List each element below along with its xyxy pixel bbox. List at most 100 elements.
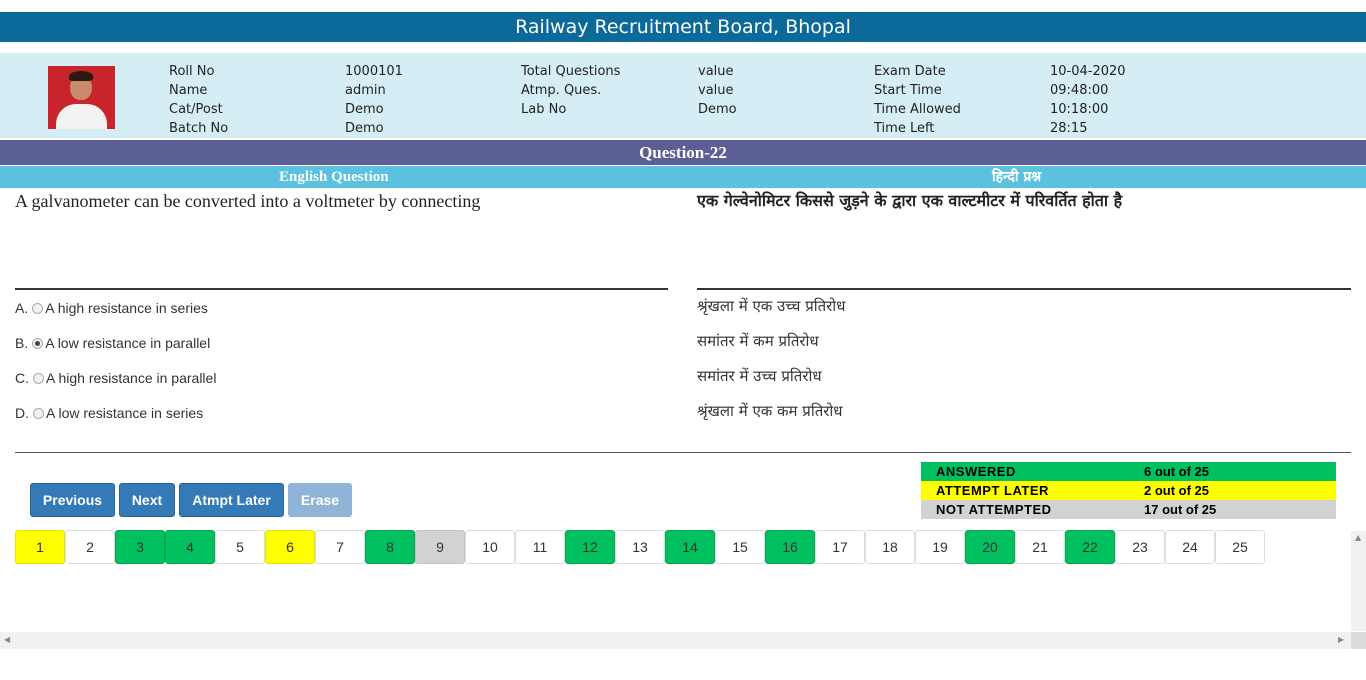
previous-button[interactable]: Previous (30, 483, 115, 517)
option-b-hindi: समांतर में कम प्रतिरोध (697, 332, 819, 350)
question-palette-button[interactable]: 11 (515, 530, 565, 564)
question-palette-button[interactable]: 18 (865, 530, 915, 564)
question-palette-button[interactable]: 25 (1215, 530, 1265, 564)
status-answered-value: 6 out of 25 (1144, 464, 1210, 479)
question-palette-button[interactable]: 20 (965, 530, 1015, 564)
total-questions-value: value (698, 64, 734, 79)
question-palette-button[interactable]: 3 (115, 530, 165, 564)
roll-no-value: 1000101 (345, 64, 403, 79)
option-a-radio[interactable] (32, 302, 44, 314)
status-later-label: ATTEMPT LATER (936, 483, 1049, 498)
exam-date-value: 10-04-2020 (1050, 64, 1126, 79)
option-letter: D. (15, 405, 29, 421)
question-palette-button[interactable]: 4 (165, 530, 215, 564)
language-bar: English Question हिन्दी प्रश्न (0, 166, 1366, 188)
question-palette-button[interactable]: 22 (1065, 530, 1115, 564)
scroll-corner (1351, 632, 1366, 649)
lab-no-value: Demo (698, 102, 737, 117)
total-questions-label: Total Questions (521, 64, 621, 79)
status-later-row: ATTEMPT LATER 2 out of 25 (921, 481, 1336, 500)
time-left-value: 28:15 (1050, 121, 1088, 136)
option-letter: B. (15, 335, 29, 351)
question-palette-button[interactable]: 16 (765, 530, 815, 564)
question-palette-button[interactable]: 14 (665, 530, 715, 564)
options-divider (15, 452, 1351, 453)
status-not-attempted-value: 17 out of 25 (1144, 502, 1217, 517)
option-text: A low resistance in series (46, 405, 204, 421)
time-allowed-label: Time Allowed (874, 102, 961, 117)
attempt-later-button[interactable]: Atmpt Later (179, 483, 284, 517)
status-later-value: 2 out of 25 (1144, 483, 1210, 498)
scroll-up-arrow-icon[interactable]: ▲ (1355, 533, 1361, 542)
question-palette-button[interactable]: 23 (1115, 530, 1165, 564)
option-a-hindi: श्रृंखला में एक उच्च प्रतिरोध (697, 297, 846, 315)
candidate-info-panel: Roll No Name Cat/Post Batch No 1000101 a… (0, 53, 1366, 138)
attempted-questions-label: Atmp. Ques. (521, 83, 602, 98)
vertical-scrollbar[interactable]: ▲ (1351, 531, 1366, 631)
option-d[interactable]: D. A low resistance in series (15, 405, 203, 421)
english-question-label: English Question (279, 169, 389, 185)
question-palette-button[interactable]: 7 (315, 530, 365, 564)
scroll-left-arrow-icon[interactable]: ◀ (4, 635, 10, 644)
candidate-photo (48, 66, 115, 129)
erase-button[interactable]: Erase (288, 483, 352, 517)
option-c-radio[interactable] (33, 372, 44, 384)
question-palette-button[interactable]: 13 (615, 530, 665, 564)
status-not-attempted-label: NOT ATTEMPTED (936, 502, 1052, 517)
option-c[interactable]: C. A high resistance in parallel (15, 370, 216, 386)
option-text: A high resistance in series (45, 300, 208, 316)
option-b[interactable]: B. A low resistance in parallel (15, 335, 210, 351)
option-letter: A. (15, 300, 29, 316)
option-d-radio[interactable] (33, 407, 44, 419)
question-palette-button[interactable]: 2 (65, 530, 115, 564)
question-palette-button[interactable]: 1 (15, 530, 65, 564)
question-palette-button[interactable]: 5 (215, 530, 265, 564)
option-text: A high resistance in parallel (46, 370, 217, 386)
cat-post-value: Demo (345, 102, 384, 117)
roll-no-label: Roll No (169, 64, 215, 79)
horizontal-scrollbar[interactable]: ◀ ▶ (0, 632, 1351, 649)
question-palette-button[interactable]: 17 (815, 530, 865, 564)
question-palette-button[interactable]: 10 (465, 530, 515, 564)
question-number: Question-22 (639, 143, 727, 162)
scroll-right-arrow-icon[interactable]: ▶ (1338, 635, 1344, 644)
exam-title: Railway Recruitment Board, Bhopal (515, 16, 851, 38)
question-palette-button[interactable]: 21 (1015, 530, 1065, 564)
option-c-hindi: समांतर में उच्च प्रतिरोध (697, 367, 822, 385)
question-palette-button[interactable]: 15 (715, 530, 765, 564)
lab-no-label: Lab No (521, 102, 567, 117)
start-time-label: Start Time (874, 83, 942, 98)
question-text-hindi: एक गेल्वेनोमिटर किससे जुड़ने के द्वारा ए… (697, 191, 1123, 210)
start-time-value: 09:48:00 (1050, 83, 1109, 98)
next-button[interactable]: Next (119, 483, 175, 517)
question-palette-button[interactable]: 8 (365, 530, 415, 564)
option-b-radio[interactable] (32, 337, 44, 349)
option-text: A low resistance in parallel (45, 335, 211, 351)
status-summary: ANSWERED 6 out of 25 ATTEMPT LATER 2 out… (921, 462, 1336, 519)
option-a[interactable]: A. A high resistance in series (15, 300, 208, 316)
status-answered-row: ANSWERED 6 out of 25 (921, 462, 1336, 481)
question-palette-button[interactable]: 9 (415, 530, 465, 564)
attempted-questions-value: value (698, 83, 734, 98)
question-palette-button[interactable]: 24 (1165, 530, 1215, 564)
question-palette-button[interactable]: 12 (565, 530, 615, 564)
divider-hindi (697, 288, 1351, 290)
cat-post-label: Cat/Post (169, 102, 223, 117)
question-heading-bar: Question-22 (0, 140, 1366, 165)
batch-no-value: Demo (345, 121, 384, 136)
exam-date-label: Exam Date (874, 64, 946, 79)
question-palette-button[interactable]: 6 (265, 530, 315, 564)
option-letter: C. (15, 370, 29, 386)
question-palette-button[interactable]: 19 (915, 530, 965, 564)
status-answered-label: ANSWERED (936, 464, 1016, 479)
name-value: admin (345, 83, 386, 98)
time-allowed-value: 10:18:00 (1050, 102, 1109, 117)
question-text-english: A galvanometer can be converted into a v… (15, 191, 481, 211)
time-left-label: Time Left (874, 121, 935, 136)
hindi-question-label: हिन्दी प्रश्न (992, 169, 1042, 185)
batch-no-label: Batch No (169, 121, 229, 136)
name-label: Name (169, 83, 208, 98)
status-not-attempted-row: NOT ATTEMPTED 17 out of 25 (921, 500, 1336, 519)
divider-english (15, 288, 668, 290)
option-d-hindi: श्रृंखला में एक कम प्रतिरोध (697, 402, 843, 420)
